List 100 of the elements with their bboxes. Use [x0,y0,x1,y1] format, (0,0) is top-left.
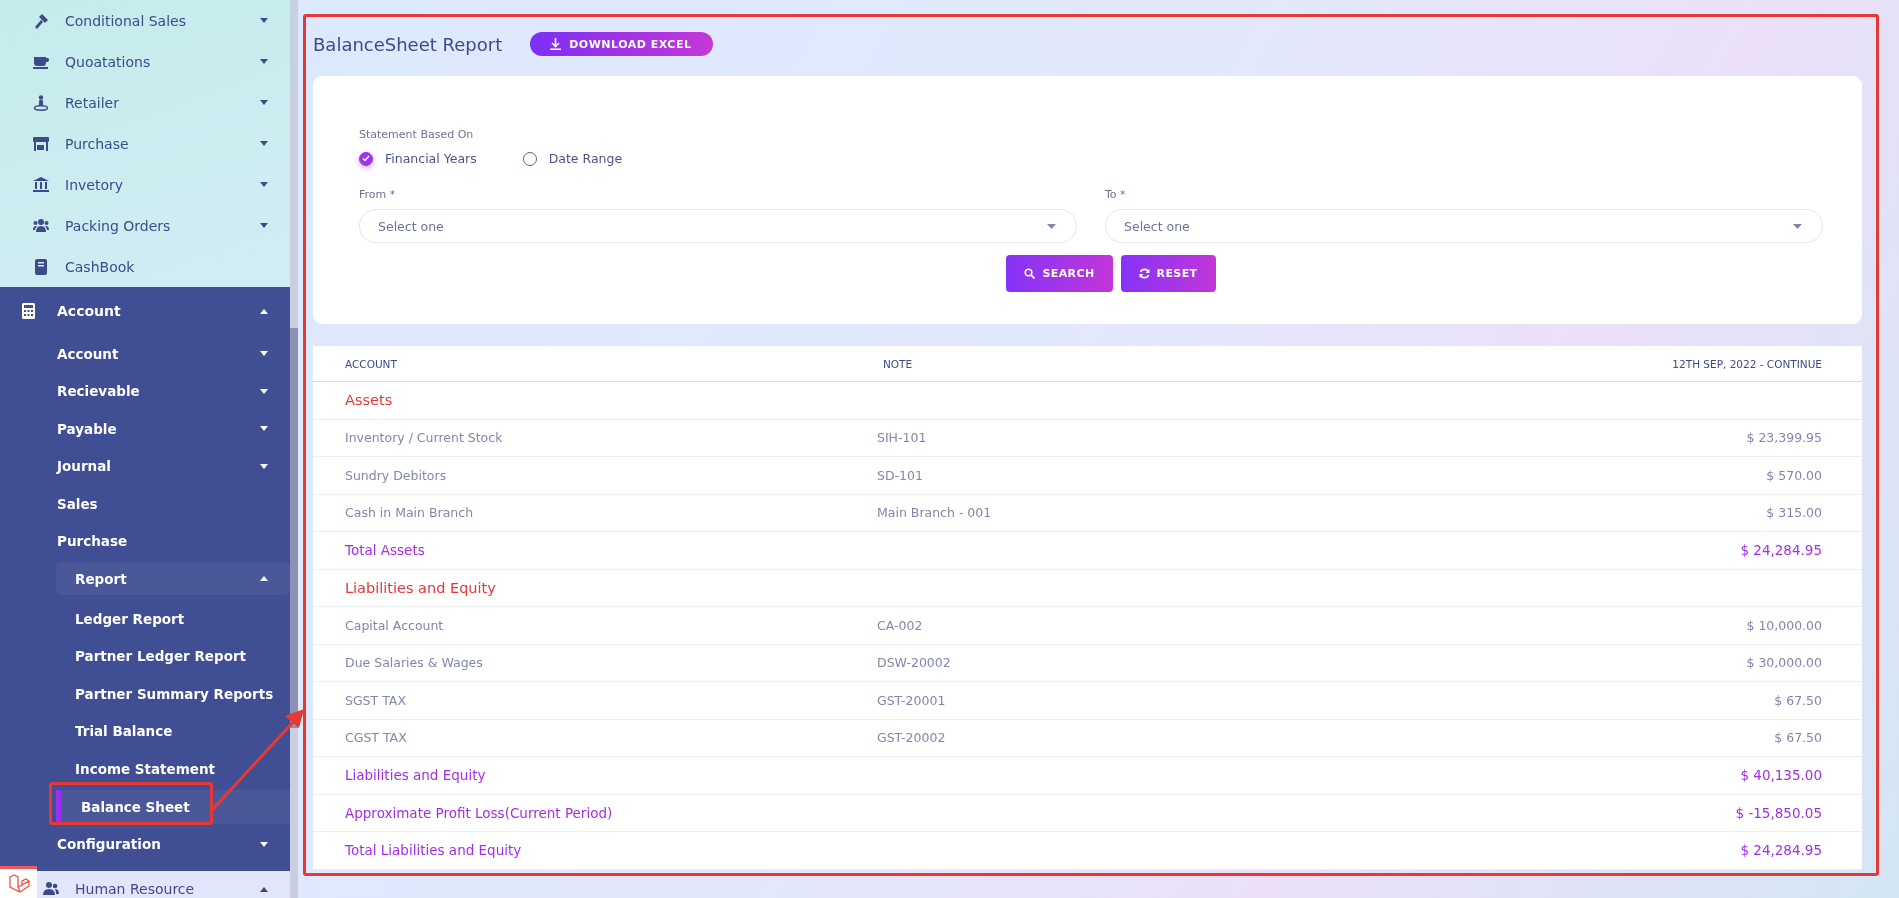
sidebar-item[interactable]: Partner Summary Reports [0,675,290,713]
caret-icon [260,351,268,357]
gavel-icon [33,12,49,29]
sidebar-item[interactable]: Trial Balance [0,712,290,750]
table-cell-text: Capital Account [345,617,445,633]
download-excel-button[interactable]: DOWNLOAD EXCEL [530,32,714,56]
table-cell-text: DSW-20002 [877,655,952,671]
calculator-icon [21,303,37,319]
sidebar-item[interactable]: Payable [0,410,290,448]
caret-icon [1047,223,1056,229]
column-header: NOTE [882,357,914,370]
table-cell-text: GST-20001 [877,692,947,708]
radio-label: Date Range [548,151,623,166]
sidebar-item[interactable]: Conditional Sales [0,0,290,41]
table-cell-text: Due Salaries & Wages [345,655,484,671]
table-cell-text: $ -15,850.05 [1734,804,1822,821]
table-cell-text: SD-101 [877,467,924,483]
table-cell-text: Liabilities and Equity [345,579,497,596]
sidebar-item[interactable]: Purchase [0,522,290,560]
search-icon [1024,268,1036,279]
table-cell-text: Total Assets [345,542,426,559]
table-cell-text: Sundry Debitors [345,467,448,483]
reset-button[interactable]: RESET [1120,255,1216,292]
field-label: Statement Based On [359,128,475,141]
radio-button[interactable] [359,151,373,166]
caret-icon [260,223,268,228]
radio-option[interactable]: Date Range [522,151,623,166]
users-icon [43,881,59,897]
table-cell-text: $ 570.00 [1765,467,1822,483]
table-cell-text: Liabilities and Equity [345,767,487,784]
check-icon [362,155,370,162]
table-cell-text: $ 24,284.95 [1739,542,1822,559]
table-cell-text: $ 24,284.95 [1739,842,1822,859]
caret-icon [260,308,268,314]
download-icon [550,38,562,50]
table-cell-text: CA-002 [877,617,924,633]
sidebar-item[interactable]: CashBook [0,246,290,287]
table-cell-text: GST-20002 [877,730,947,746]
table-cell-text: $ 40,135.00 [1739,767,1822,784]
table-cell-text: Cash in Main Branch [345,505,475,521]
table-cell-text: Inventory / Current Stock [345,430,504,446]
sidebar-item[interactable]: Purchase [0,123,290,164]
bank-icon [33,176,49,193]
table-cell-text: $ 67.50 [1773,730,1822,746]
column-header: 12TH SEP, 2022 - CONTINUE [1671,357,1822,370]
sidebar-item[interactable]: Human Resource [37,871,290,898]
sidebar-item[interactable]: Partner Ledger Report [0,637,290,675]
table-cell-text: $ 10,000.00 [1745,617,1822,633]
scrollbar[interactable] [290,0,298,898]
person-icon [33,94,49,111]
refresh-icon [1138,268,1150,279]
table-cell-text: $ 30,000.00 [1745,655,1822,671]
caret-icon [260,182,268,187]
sidebar-item[interactable]: Quoatations [0,41,290,82]
sidebar-item[interactable]: Account [0,335,290,373]
table-cell-text: CGST TAX [345,730,408,746]
search-button[interactable]: SEARCH [1006,255,1113,292]
caret-icon [260,841,268,847]
sidebar-item[interactable]: Income Statement [0,750,290,788]
sidebar-item[interactable]: Retailer [0,82,290,123]
field-label: To * [1105,188,1127,201]
table-cell-text: $ 67.50 [1773,692,1822,708]
store-icon [33,135,49,152]
caret-icon [260,388,268,394]
table-cell-text: Assets [345,392,394,409]
column-header: ACCOUNT [345,357,398,370]
table-cell-text: Main Branch - 001 [877,505,993,521]
sidebar-item[interactable]: Report [56,562,290,595]
table-cell-text: $ 23,399.95 [1745,430,1822,446]
caret-icon [260,887,268,892]
book-icon [33,258,49,275]
sidebar-item[interactable]: Journal [0,447,290,485]
radio-label: Financial Years [385,151,477,166]
caret-icon [260,576,268,581]
radio-option[interactable]: Financial Years [359,151,477,166]
caret-icon [260,463,268,469]
table-cell-text: Approximate Profit Loss(Current Period) [345,804,614,821]
caret-icon [260,59,268,64]
page-title: BalanceSheet Report [313,33,503,55]
sidebar-item[interactable]: Packing Orders [0,205,290,246]
caret-icon [1793,223,1802,229]
caret-icon [260,18,268,23]
table-cell-text: SIH-101 [877,430,928,446]
table-cell-text: Total Liabilities and Equity [345,842,523,859]
sidebar-item[interactable]: Recievable [0,372,290,410]
table-cell-text: SGST TAX [345,692,407,708]
caret-icon [260,141,268,146]
logo-icon[interactable] [0,866,37,898]
caret-icon [260,100,268,105]
sidebar-item[interactable]: Configuration [0,825,290,863]
field-label: From * [359,188,397,201]
sidebar-item[interactable]: Ledger Report [0,600,290,638]
users-icon [33,217,49,234]
sidebar-item[interactable]: Balance Sheet [56,789,290,824]
selection-bar [56,789,61,824]
sidebar-item[interactable]: Sales [0,485,290,523]
table-cell-text: $ 315.00 [1765,505,1822,521]
caret-icon [260,426,268,432]
sidebar-item[interactable]: Account [0,287,290,335]
sidebar-item[interactable]: Invetory [0,164,290,205]
